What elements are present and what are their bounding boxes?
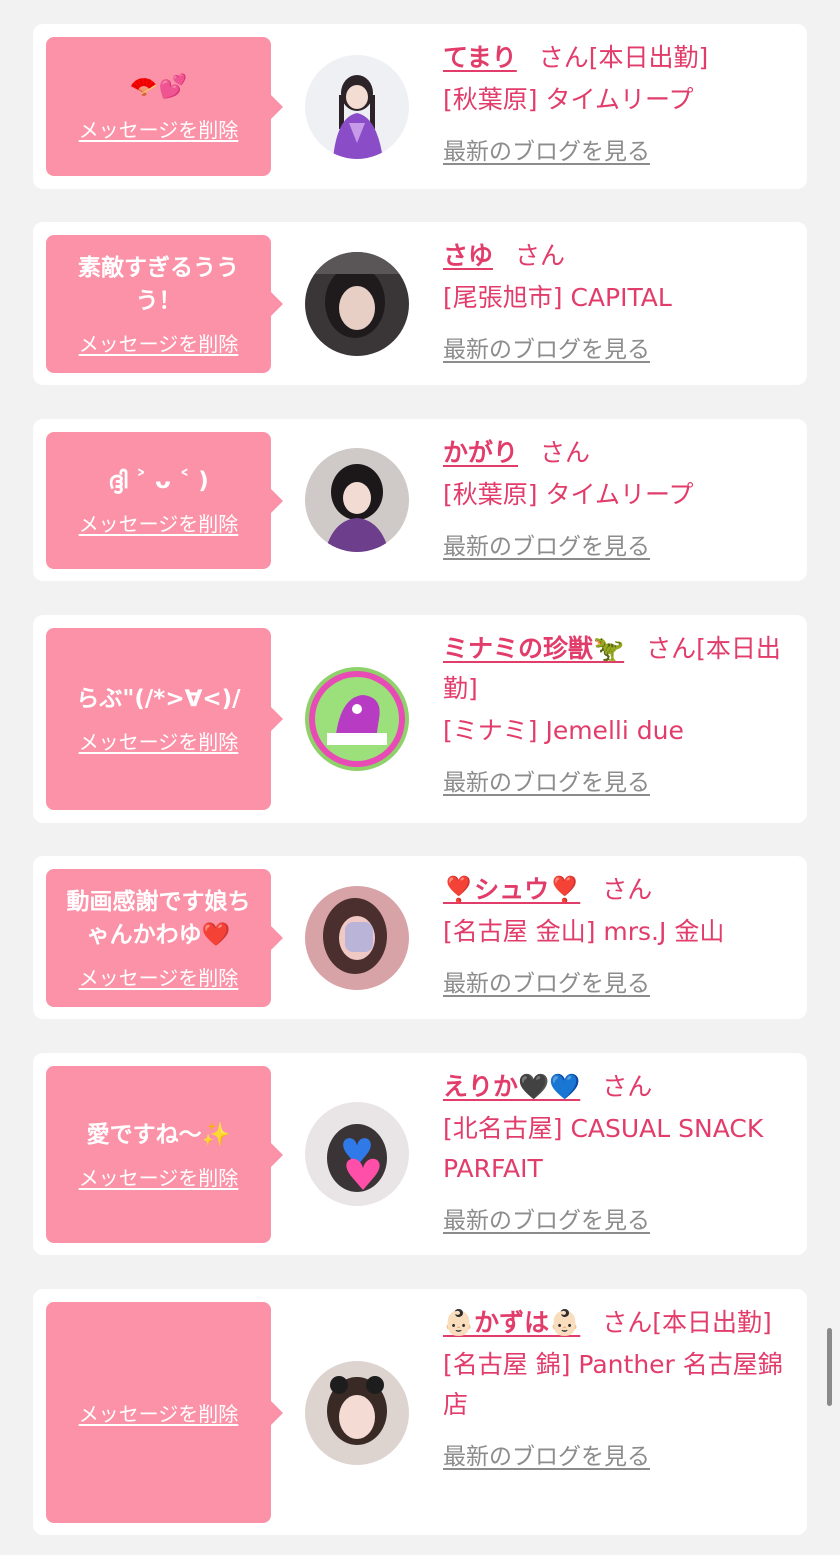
message-bubble: メッセージを削除 bbox=[46, 1302, 283, 1523]
message-bubble: 愛ですね〜✨ メッセージを削除 bbox=[46, 1066, 283, 1243]
cast-name-link[interactable]: てまり bbox=[443, 43, 517, 72]
message-text: 動画感謝です娘ちゃんかわゆ❤️ bbox=[66, 888, 251, 948]
message-bubble: らぶ"(/*>∀<)/ メッセージを削除 bbox=[46, 628, 283, 810]
shop-name: [ミナミ] Jemelli due bbox=[443, 716, 684, 745]
latest-blog-link[interactable]: 最新のブログを見る bbox=[443, 964, 650, 1004]
honorific: さん bbox=[602, 1072, 653, 1101]
shop-name: [秋葉原] タイムリープ bbox=[443, 85, 694, 114]
cast-name-link[interactable]: かがり bbox=[443, 438, 518, 467]
cast-info: ❣️シュウ❣️ さん [名古屋 金山] mrs.J 金山 最新のブログを見る bbox=[443, 870, 795, 1004]
avatar-image bbox=[305, 667, 409, 771]
avatar-image bbox=[305, 1361, 409, 1465]
message-card: ദ്ദി ˃ ᴗ ˂ ) メッセージを削除 かがり さん [秋葉原] タイムリープ… bbox=[33, 419, 807, 581]
message-text: らぶ"(/*>∀<)/ bbox=[76, 686, 241, 712]
delete-message-link[interactable]: メッセージを削除 bbox=[79, 328, 239, 357]
message-text: 🪭💕 bbox=[129, 73, 188, 100]
shop-name: [名古屋 金山] mrs.J 金山 bbox=[443, 917, 725, 946]
cast-info: かがり さん [秋葉原] タイムリープ 最新のブログを見る bbox=[443, 433, 795, 567]
message-card: 素敵すぎるううう！ メッセージを削除 さゆ さん [尾張旭市] CAPITAL 最… bbox=[33, 222, 807, 385]
avatar[interactable] bbox=[305, 55, 409, 159]
cast-name-link[interactable]: 👶🏻かずは👶🏻 bbox=[443, 1308, 580, 1337]
message-card: 動画感謝です娘ちゃんかわゆ❤️ メッセージを削除 ❣️シュウ❣️ さん [名古屋 … bbox=[33, 856, 807, 1019]
avatar-image bbox=[305, 1102, 409, 1206]
message-bubble: 素敵すぎるううう！ メッセージを削除 bbox=[46, 235, 283, 373]
latest-blog-link[interactable]: 最新のブログを見る bbox=[443, 1437, 650, 1477]
latest-blog-link[interactable]: 最新のブログを見る bbox=[443, 132, 650, 172]
message-bubble: 動画感謝です娘ちゃんかわゆ❤️ メッセージを削除 bbox=[46, 869, 283, 1007]
message-card: メッセージを削除 👶🏻かずは👶🏻 さん[本日出勤] [名古屋 錦] Panther… bbox=[33, 1289, 807, 1535]
cast-name-link[interactable]: ミナミの珍獣🦖 bbox=[443, 634, 624, 663]
avatar-image bbox=[305, 448, 409, 552]
honorific: さん bbox=[515, 241, 566, 270]
delete-message-link[interactable]: メッセージを削除 bbox=[79, 1162, 239, 1191]
shop-name: [尾張旭市] CAPITAL bbox=[443, 283, 672, 312]
cast-info: てまり さん[本日出勤] [秋葉原] タイムリープ 最新のブログを見る bbox=[443, 38, 795, 172]
avatar[interactable] bbox=[305, 448, 409, 552]
cast-name-link[interactable]: ❣️シュウ❣️ bbox=[443, 875, 580, 904]
avatar[interactable] bbox=[305, 1102, 409, 1206]
avatar[interactable] bbox=[305, 1361, 409, 1465]
cast-info: えりか🖤💙 さん [北名古屋] CASUAL SNACK PARFAIT 最新のブ… bbox=[443, 1067, 795, 1241]
honorific: さん bbox=[602, 875, 653, 904]
message-card: 愛ですね〜✨ メッセージを削除 えりか🖤💙 さん [北名古屋] CASUAL SN… bbox=[33, 1053, 807, 1255]
message-card: 🪭💕 メッセージを削除 てまり さん[本日出勤] [秋葉原] タイムリープ 最新の… bbox=[33, 24, 807, 189]
message-text: 素敵すぎるううう！ bbox=[78, 254, 239, 314]
shop-name: [北名古屋] CASUAL SNACK PARFAIT bbox=[443, 1114, 764, 1183]
delete-message-link[interactable]: メッセージを削除 bbox=[79, 114, 239, 143]
delete-message-link[interactable]: メッセージを削除 bbox=[79, 962, 239, 991]
shop-name: [名古屋 錦] Panther 名古屋錦店 bbox=[443, 1350, 783, 1419]
shop-name: [秋葉原] タイムリープ bbox=[443, 480, 694, 509]
cast-info: さゆ さん [尾張旭市] CAPITAL 最新のブログを見る bbox=[443, 236, 795, 370]
cast-name-link[interactable]: さゆ bbox=[443, 241, 493, 270]
avatar-image bbox=[305, 252, 409, 356]
avatar-image bbox=[305, 55, 409, 159]
message-text: 愛ですね〜✨ bbox=[86, 1121, 231, 1148]
delete-message-link[interactable]: メッセージを削除 bbox=[79, 508, 239, 537]
avatar[interactable] bbox=[305, 886, 409, 990]
avatar[interactable] bbox=[305, 252, 409, 356]
latest-blog-link[interactable]: 最新のブログを見る bbox=[443, 763, 650, 803]
delete-message-link[interactable]: メッセージを削除 bbox=[79, 1398, 239, 1427]
honorific: さん[本日出勤] bbox=[602, 1308, 772, 1337]
message-text: ദ്ദി ˃ ᴗ ˂ ) bbox=[108, 467, 209, 494]
message-bubble: ദ്ദി ˃ ᴗ ˂ ) メッセージを削除 bbox=[46, 432, 283, 569]
scrollbar[interactable] bbox=[827, 1328, 832, 1406]
message-bubble: 🪭💕 メッセージを削除 bbox=[46, 37, 283, 176]
message-card: らぶ"(/*>∀<)/ メッセージを削除 ミナミの珍獣🦖 さん[本日出勤] [ミナ… bbox=[33, 615, 807, 823]
latest-blog-link[interactable]: 最新のブログを見る bbox=[443, 1201, 650, 1241]
honorific: さん[本日出勤] bbox=[538, 43, 709, 72]
delete-message-link[interactable]: メッセージを削除 bbox=[79, 726, 239, 755]
cast-name-link[interactable]: えりか🖤💙 bbox=[443, 1072, 580, 1101]
cast-info: 👶🏻かずは👶🏻 さん[本日出勤] [名古屋 錦] Panther 名古屋錦店 最新… bbox=[443, 1303, 795, 1477]
latest-blog-link[interactable]: 最新のブログを見る bbox=[443, 527, 650, 567]
avatar-image bbox=[305, 886, 409, 990]
avatar[interactable] bbox=[305, 667, 409, 771]
latest-blog-link[interactable]: 最新のブログを見る bbox=[443, 330, 650, 370]
honorific: さん bbox=[540, 438, 591, 467]
cast-info: ミナミの珍獣🦖 さん[本日出勤] [ミナミ] Jemelli due 最新のブログ… bbox=[443, 629, 795, 803]
